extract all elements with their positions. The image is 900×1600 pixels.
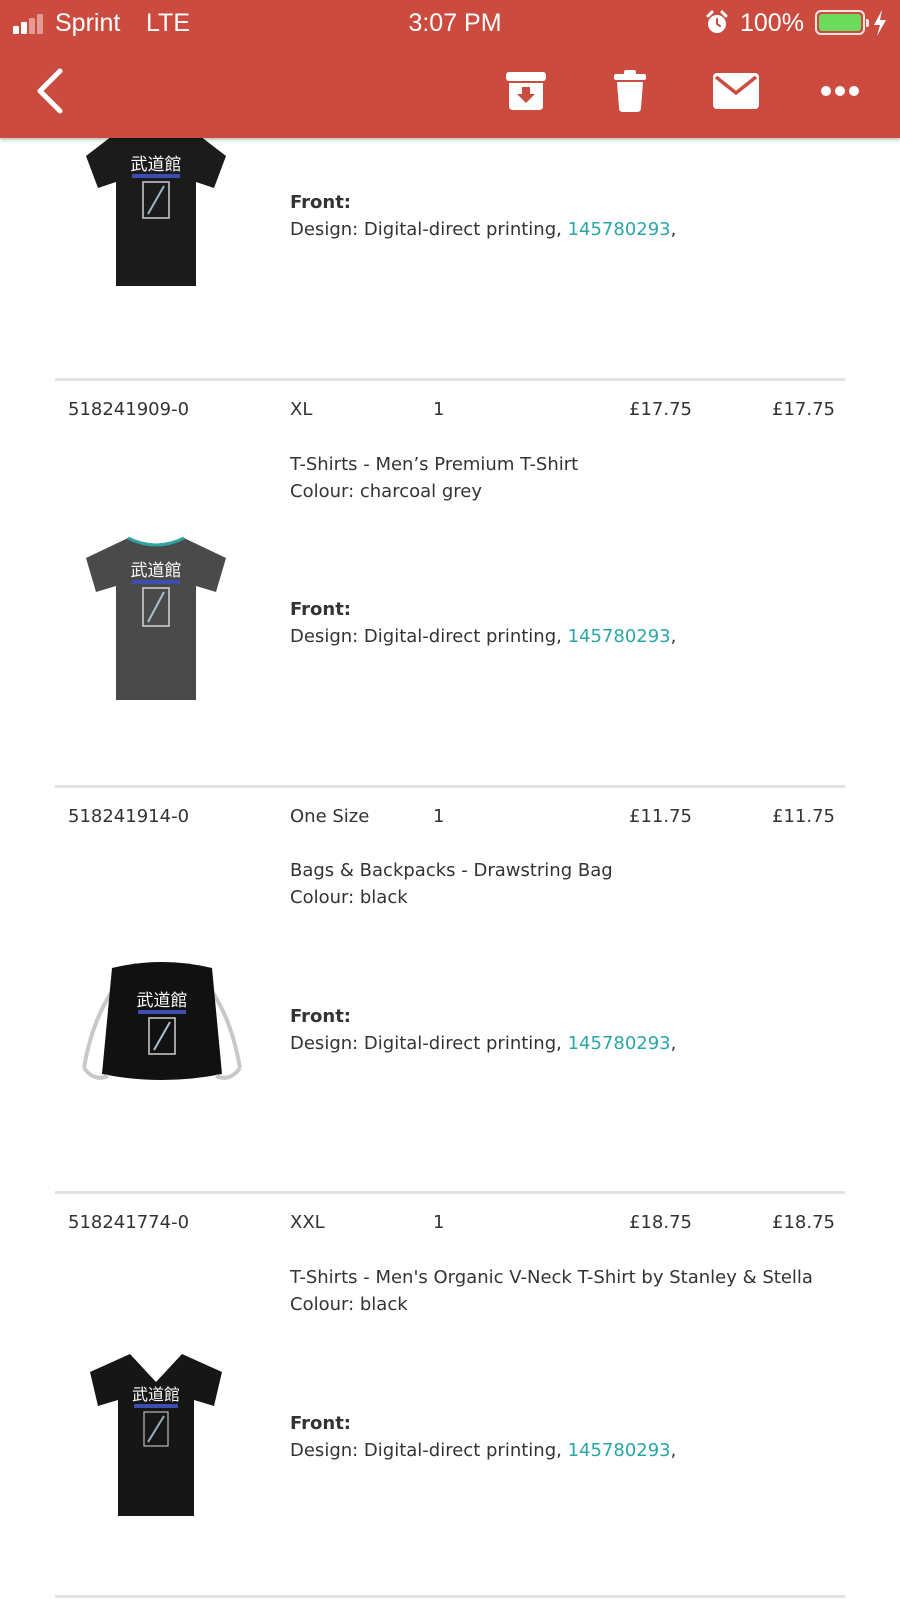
alarm-icon: [706, 10, 728, 33]
design-label: Design: Digital-direct printing,: [290, 1440, 568, 1461]
item-total: £11.75: [772, 806, 835, 827]
delete-button[interactable]: [604, 64, 656, 118]
design-suffix: ,: [670, 626, 677, 647]
design-link[interactable]: 145780293: [568, 1440, 671, 1461]
order-items-list: 武道館 Front: Design: Digital-direct printi…: [0, 0, 900, 1600]
item-size: One Size: [290, 806, 370, 827]
item-unit-price: £18.75: [629, 1212, 692, 1233]
front-label: Front:: [290, 599, 352, 620]
archive-button[interactable]: [500, 64, 552, 118]
design-link[interactable]: 145780293: [568, 219, 671, 240]
product-colour: Colour: charcoal grey: [290, 481, 483, 502]
article-number: 518241774-0: [68, 1212, 190, 1233]
design-suffix: ,: [670, 1033, 677, 1054]
trash-icon: [614, 70, 646, 112]
design-suffix: ,: [670, 219, 677, 240]
battery-icon: [815, 10, 869, 35]
battery-level: [819, 14, 861, 31]
email-toolbar: [0, 46, 900, 138]
design-line: Design: Digital-direct printing, 1457802…: [290, 217, 676, 243]
front-label: Front:: [290, 192, 352, 213]
item-quantity: 1: [433, 806, 445, 827]
design-link[interactable]: 145780293: [568, 1033, 671, 1054]
product-name: T-Shirts - Men's Organic V-Neck T-Shirt …: [290, 1267, 813, 1288]
status-bar: Sprint LTE 3:07 PM 100%: [0, 0, 900, 46]
row-divider: [55, 378, 845, 381]
item-unit-price: £17.75: [629, 399, 692, 420]
svg-text:武道館: 武道館: [131, 155, 182, 175]
mark-unread-button[interactable]: [707, 64, 765, 118]
product-image-drawstring-bag: 武道館: [82, 962, 242, 1080]
item-total: £17.75: [772, 399, 835, 420]
row-divider: [55, 785, 845, 788]
design-label: Design: Digital-direct printing,: [290, 626, 568, 647]
product-image-tshirt-charcoal: 武道館: [86, 536, 226, 700]
svg-text:武道館: 武道館: [137, 991, 188, 1011]
design-suffix: ,: [670, 1440, 677, 1461]
row-divider: [55, 1191, 845, 1194]
svg-text:武道館: 武道館: [131, 561, 182, 581]
item-total: £18.75: [772, 1212, 835, 1233]
item-unit-price: £11.75: [629, 806, 692, 827]
product-colour: Colour: black: [290, 887, 408, 908]
item-size: XXL: [290, 1212, 325, 1233]
design-line: Design: Digital-direct printing, 1457802…: [290, 1438, 676, 1464]
app-header: Sprint LTE 3:07 PM 100%: [0, 0, 900, 138]
front-label: Front:: [290, 1006, 352, 1027]
more-icon: [821, 86, 859, 96]
more-options-button[interactable]: [812, 64, 868, 118]
design-line: Design: Digital-direct printing, 1457802…: [290, 1031, 676, 1057]
product-name: T-Shirts - Men’s Premium T-Shirt: [290, 454, 579, 475]
item-quantity: 1: [433, 399, 445, 420]
article-number: 518241909-0: [68, 399, 190, 420]
archive-icon: [506, 72, 546, 110]
svg-text:武道館: 武道館: [132, 1385, 180, 1404]
design-link[interactable]: 145780293: [568, 626, 671, 647]
product-name: Bags & Backpacks - Drawstring Bag: [290, 860, 613, 881]
product-image-tshirt-vneck-black: 武道館: [90, 1354, 222, 1516]
battery-percentage: 100%: [740, 9, 804, 37]
article-number: 518241914-0: [68, 806, 190, 827]
design-line: Design: Digital-direct printing, 1457802…: [290, 624, 676, 650]
mail-icon: [713, 73, 759, 109]
back-icon: [37, 68, 63, 114]
charging-bolt-icon: [874, 10, 886, 36]
item-size: XL: [290, 399, 313, 420]
design-label: Design: Digital-direct printing,: [290, 219, 568, 240]
back-button[interactable]: [24, 64, 74, 118]
design-label: Design: Digital-direct printing,: [290, 1033, 568, 1054]
front-label: Front:: [290, 1413, 352, 1434]
item-quantity: 1: [433, 1212, 445, 1233]
row-divider: [55, 1595, 845, 1598]
product-image-tshirt-black: 武道館: [86, 136, 226, 286]
product-colour: Colour: black: [290, 1294, 408, 1315]
